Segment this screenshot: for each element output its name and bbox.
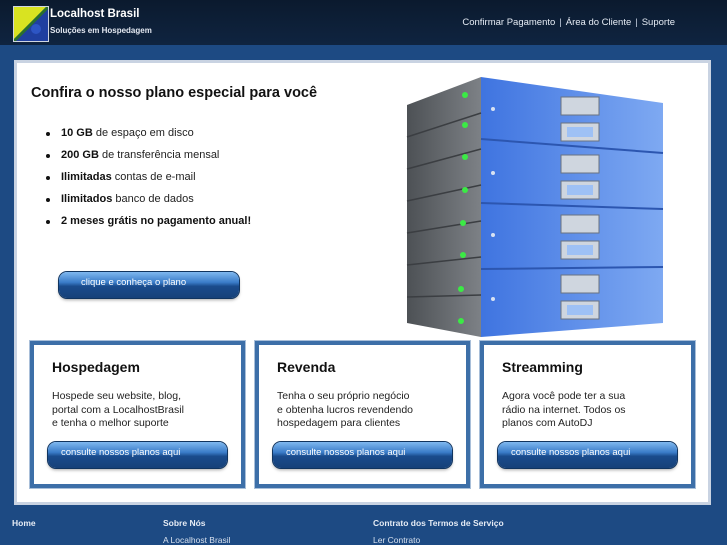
footer-col-home: Home xyxy=(12,518,36,528)
card-line: hospedagem para clientes xyxy=(277,417,401,429)
plans-button-streamming[interactable]: consulte nossos planos aqui xyxy=(498,442,677,468)
feature-item: Ilimitadas contas de e-mail xyxy=(45,171,251,193)
card-description: Hospede seu website, blog, portal com a … xyxy=(52,390,232,431)
feature-text: de transferência mensal xyxy=(98,149,220,161)
promo-title: Confira o nosso plano especial para você xyxy=(31,85,318,101)
view-plan-button[interactable]: clique e conheça o plano xyxy=(59,272,239,298)
card-line: Hospede seu website, blog, xyxy=(52,390,181,402)
nav-suporte[interactable]: Suporte xyxy=(642,17,675,28)
feature-strong: Ilimitados xyxy=(61,193,113,205)
feature-strong: 10 GB xyxy=(61,127,93,139)
footer-heading-contrato: Contrato dos Termos de Serviço xyxy=(373,518,504,528)
card-title: Revenda xyxy=(277,359,336,375)
card-line: rádio na internet. Todos os xyxy=(502,403,626,416)
brand-name[interactable]: Localhost Brasil xyxy=(50,8,139,20)
card-description: Agora você pode ter a sua rádio na inter… xyxy=(502,390,682,431)
logo-mark-icon[interactable] xyxy=(13,6,49,42)
server-rack-illustration xyxy=(401,75,671,345)
footer-link-home[interactable]: Home xyxy=(12,518,36,528)
card-line: planos com AutoDJ xyxy=(502,417,593,429)
card-hospedagem: Hospedagem Hospede seu website, blog, po… xyxy=(30,341,245,488)
card-line: portal com a LocalhostBrasil xyxy=(52,403,184,416)
feature-strong: Ilimitadas xyxy=(61,171,112,183)
card-streamming: Streamming Agora você pode ter a sua rád… xyxy=(480,341,695,488)
feature-text: banco de dados xyxy=(112,193,194,205)
card-description: Tenha o seu próprio negócio e obtenha lu… xyxy=(277,390,457,431)
feature-text: contas de e-mail xyxy=(111,171,196,183)
nav-confirmar-pagamento[interactable]: Confirmar Pagamento xyxy=(462,17,555,28)
plans-button-revenda[interactable]: consulte nossos planos aqui xyxy=(273,442,452,468)
card-title: Hospedagem xyxy=(52,359,140,375)
feature-item: 200 GB de transferência mensal xyxy=(45,149,251,171)
card-line: Agora você pode ter a sua xyxy=(502,390,626,402)
footer-heading-sobre-nos: Sobre Nós xyxy=(163,518,206,528)
footer-col-contrato: Contrato dos Termos de Serviço Ler Contr… xyxy=(373,518,504,545)
feature-list: 10 GB de espaço em disco 200 GB de trans… xyxy=(45,127,252,237)
site-footer: Home Sobre Nós A Localhost Brasil Contra… xyxy=(0,512,727,545)
feature-item: Ilimitados banco de dados xyxy=(45,193,251,215)
site-header: Localhost Brasil Soluções em Hospedagem … xyxy=(0,0,727,45)
top-navigation: Confirmar Pagamento | Área do Cliente | Supo… xyxy=(462,17,675,28)
plans-button-hospedagem[interactable]: consulte nossos planos aqui xyxy=(48,442,227,468)
main-panel: Confira o nosso plano especial para você… xyxy=(14,60,711,505)
feature-item: 2 meses grátis no pagamento anual! xyxy=(45,215,252,237)
footer-col-sobre: Sobre Nós A Localhost Brasil xyxy=(163,518,231,545)
card-title: Streamming xyxy=(502,359,583,375)
footer-link-ler-contrato[interactable]: Ler Contrato xyxy=(373,535,504,545)
feature-strong: 200 GB xyxy=(61,149,99,161)
feature-strong: 2 meses grátis no pagamento anual! xyxy=(61,215,252,227)
card-line: e obtenha lucros revendendo xyxy=(277,403,414,416)
feature-text: de espaço em disco xyxy=(92,127,194,139)
card-line: e tenha o melhor suporte xyxy=(52,417,169,429)
feature-item: 10 GB de espaço em disco xyxy=(45,127,251,149)
card-revenda: Revenda Tenha o seu próprio negócio e ob… xyxy=(255,341,470,488)
nav-area-do-cliente[interactable]: Área do Cliente xyxy=(566,17,631,28)
footer-link-localhost-brasil[interactable]: A Localhost Brasil xyxy=(163,535,231,545)
card-line: Tenha o seu próprio negócio xyxy=(277,390,410,402)
brand-tagline: Soluções em Hospedagem xyxy=(50,26,152,35)
nav-separator: | xyxy=(635,17,638,28)
nav-separator: | xyxy=(559,17,562,28)
